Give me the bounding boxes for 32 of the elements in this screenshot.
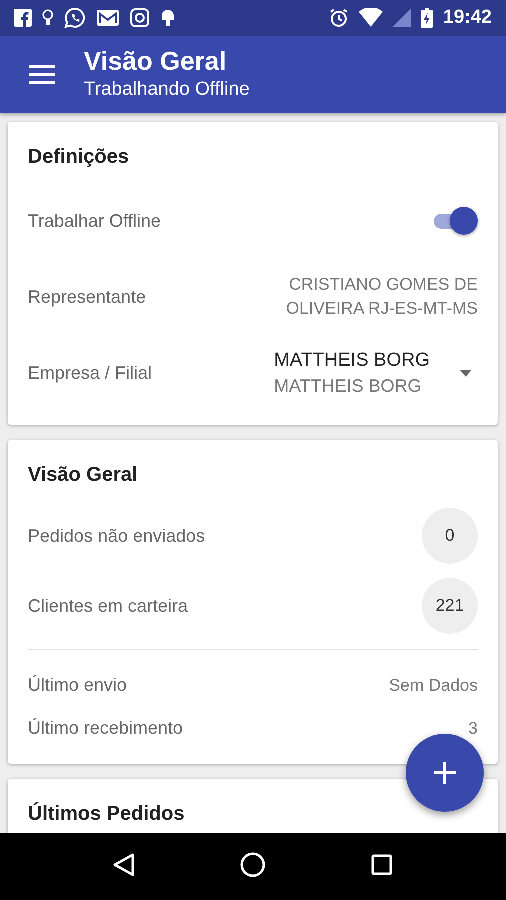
card-title: Últimos Pedidos xyxy=(28,803,186,826)
plus-icon xyxy=(434,762,456,784)
field-label: Empresa / Filial xyxy=(28,362,152,384)
chat-bubble-icon xyxy=(64,7,86,29)
card-title: Visão Geral xyxy=(28,464,139,487)
card-title: Definições xyxy=(28,146,130,169)
counter-label: Clientes em carteira xyxy=(28,596,188,616)
dropdown-value[interactable]: MATTHEIS BORG xyxy=(274,350,430,372)
screen-subtitle: Trabalhando Offline xyxy=(84,79,250,101)
battery-icon xyxy=(421,8,434,28)
info-value: Sem Dados xyxy=(389,674,478,696)
dropdown-caret-icon[interactable] xyxy=(460,370,472,376)
offline-switch[interactable] xyxy=(432,207,478,235)
signal-icon xyxy=(393,9,412,27)
count-badge: 221 xyxy=(422,578,478,634)
representative-value: CRISTIANO GOMES DE OLIVEIRA RJ-ES-MT-MS xyxy=(285,274,478,320)
info-label: Último recebimento xyxy=(28,718,184,739)
count-badge: 0 xyxy=(422,508,478,564)
facebook-icon xyxy=(14,9,32,27)
camera-icon xyxy=(130,8,150,28)
lightbulb-icon xyxy=(42,9,54,27)
wifi-icon xyxy=(359,8,384,28)
screen-title: Visão Geral xyxy=(84,46,228,77)
field-label: Representante xyxy=(28,286,146,308)
counter-label: Pedidos não enviados xyxy=(28,526,206,546)
info-value: 3 xyxy=(468,718,478,740)
dropdown-secondary: MATTHEIS BORG xyxy=(274,376,423,396)
info-label: Último envio xyxy=(28,675,128,696)
field-label: Trabalhar Offline xyxy=(28,210,162,232)
alarm-icon xyxy=(329,8,350,28)
mail-icon xyxy=(96,8,120,28)
clock-time: 19:42 xyxy=(443,7,492,29)
